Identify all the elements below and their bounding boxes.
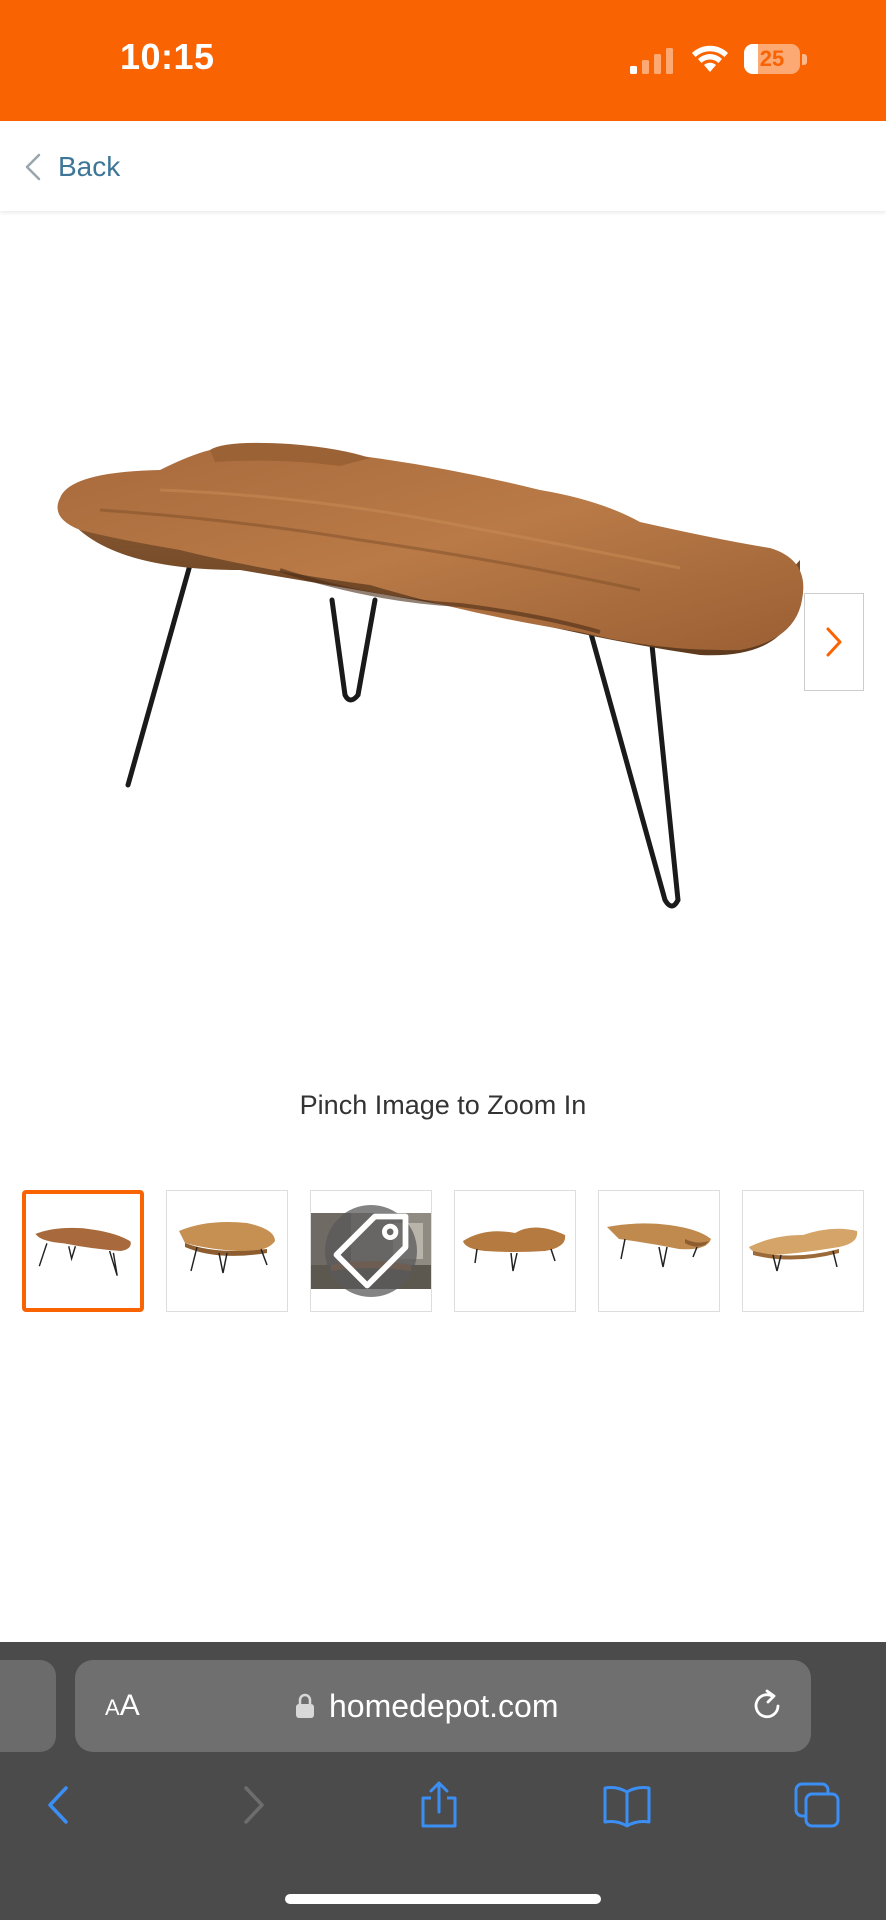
chevron-left-icon: [25, 153, 41, 181]
lock-icon: [296, 1693, 314, 1718]
thumbnail-image: [463, 1227, 566, 1272]
next-image-button[interactable]: [804, 593, 864, 691]
thumbnail-image: [35, 1227, 131, 1276]
chevron-right-icon: [826, 627, 842, 657]
home-indicator[interactable]: [285, 1894, 601, 1904]
thumbnail-1[interactable]: [22, 1190, 144, 1312]
back-icon[interactable]: [34, 1780, 84, 1830]
status-bar: 10:15 25: [0, 0, 886, 121]
reload-icon[interactable]: [747, 1686, 787, 1726]
url-display[interactable]: homedepot.com: [295, 1684, 558, 1728]
tag-icon: [333, 1213, 409, 1289]
cellular-signal-icon: [630, 48, 673, 74]
thumbnail-image: [607, 1223, 711, 1268]
thumbnail-4[interactable]: [454, 1190, 576, 1312]
browser-toolbar: AA homedepot.com: [0, 1642, 886, 1920]
back-label: Back: [58, 151, 121, 182]
thumbnail-2[interactable]: [166, 1190, 288, 1312]
product-image[interactable]: [40, 400, 820, 940]
share-icon[interactable]: [414, 1780, 464, 1830]
battery-level: 25: [759, 46, 785, 71]
bookmarks-icon[interactable]: [602, 1780, 652, 1830]
zoom-hint: Pinch Image to Zoom In: [299, 1090, 587, 1120]
text-size-small: A: [105, 1695, 120, 1720]
video-overlay: [325, 1205, 417, 1297]
address-bar[interactable]: AA homedepot.com: [75, 1660, 811, 1752]
thumbnail-image: [749, 1228, 858, 1272]
thumbnail-image: [179, 1222, 275, 1274]
url-text: homedepot.com: [329, 1687, 559, 1724]
tabs-icon[interactable]: [792, 1780, 842, 1830]
battery-icon: 25: [744, 44, 808, 74]
text-size-button[interactable]: AA: [105, 1684, 140, 1728]
status-time: 10:15: [120, 36, 215, 77]
thumbnail-3[interactable]: [310, 1190, 432, 1312]
forward-icon[interactable]: [228, 1780, 278, 1830]
text-size-large: A: [119, 1689, 140, 1722]
nav-bar: Back: [0, 121, 886, 211]
back-button[interactable]: Back: [22, 145, 120, 189]
wifi-icon: [692, 45, 728, 72]
thumbnail-6[interactable]: [742, 1190, 864, 1312]
thumbnail-5[interactable]: [598, 1190, 720, 1312]
previous-tab-preview[interactable]: [0, 1660, 56, 1752]
